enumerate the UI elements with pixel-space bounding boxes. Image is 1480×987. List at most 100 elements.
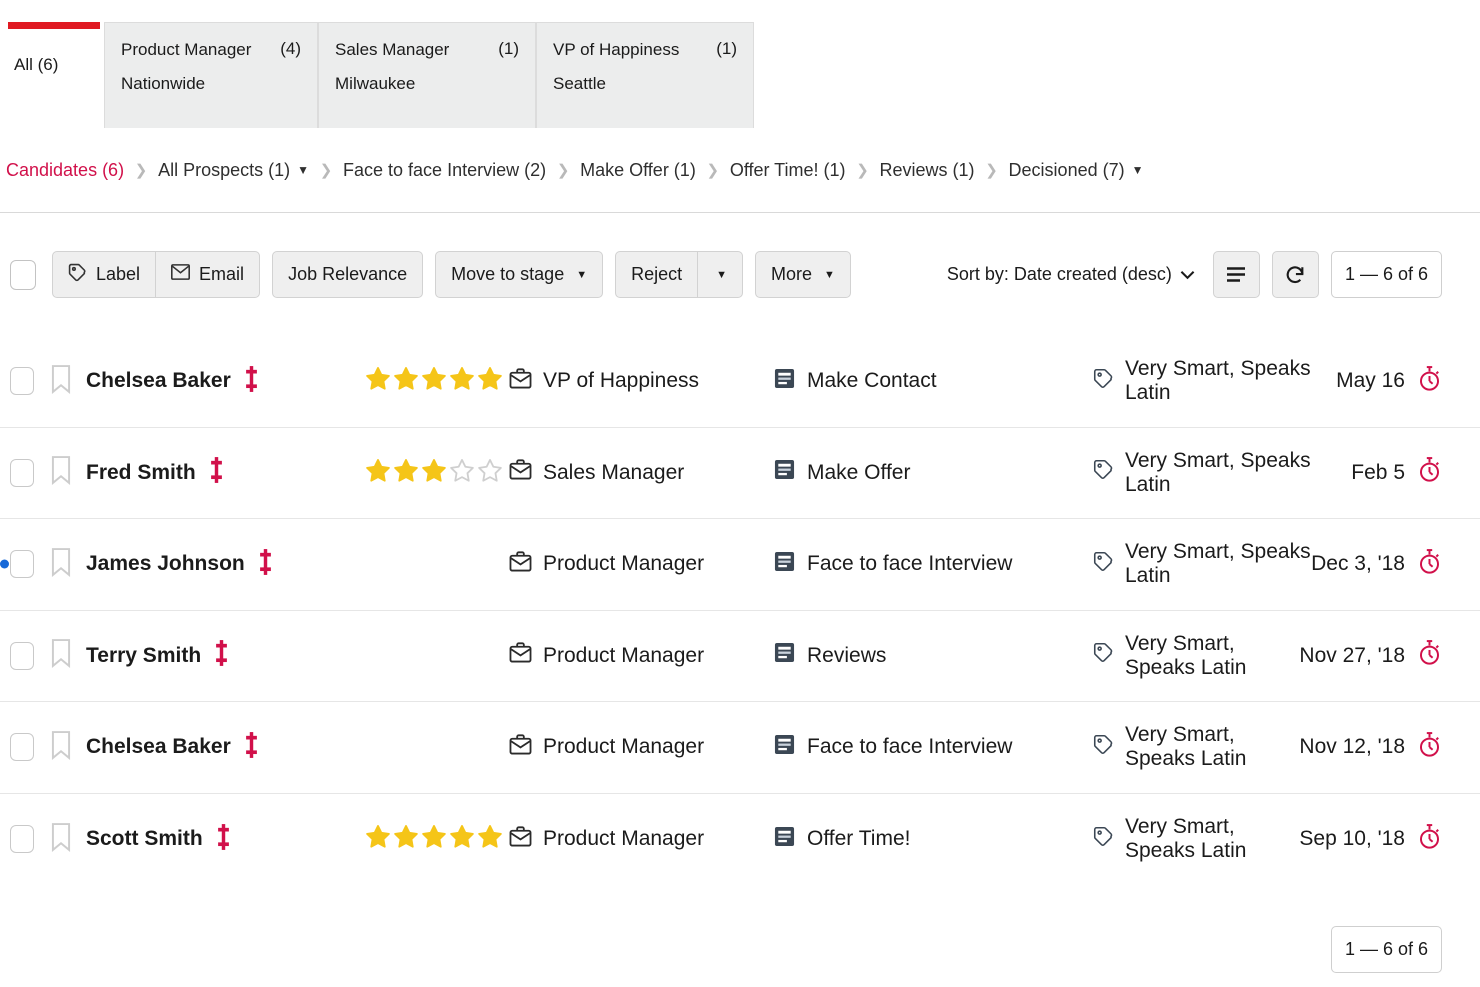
job-tab-1[interactable]: Product Manager(4)Nationwide — [104, 22, 318, 128]
candidate-name[interactable]: Terry Smith — [86, 644, 201, 668]
reject-dropdown-button[interactable]: ▼ — [697, 252, 742, 297]
candidate-job: VP of Happiness — [543, 369, 699, 393]
job-tab-3[interactable]: VP of Happiness(1)Seattle — [536, 22, 754, 128]
bookmark-icon[interactable] — [50, 730, 72, 765]
job-relevance-button[interactable]: Job Relevance — [272, 251, 423, 298]
candidate-name-cell: Chelsea Baker — [34, 364, 364, 399]
briefcase-icon — [509, 551, 532, 578]
candidate-row[interactable]: James JohnsonProduct ManagerFace to face… — [0, 519, 1480, 611]
stopwatch-icon[interactable] — [1417, 365, 1442, 398]
label-button[interactable]: Label — [53, 252, 155, 297]
candidate-job-cell: Sales Manager — [509, 459, 774, 486]
bookmark-icon[interactable] — [50, 822, 72, 857]
candidate-name[interactable]: Fred Smith — [86, 461, 196, 485]
rank-marker-icon[interactable] — [215, 639, 228, 672]
row-checkbox[interactable] — [10, 367, 34, 395]
candidate-rating — [364, 365, 509, 397]
breadcrumb-separator-icon: ❯ — [696, 161, 730, 179]
sort-by-dropdown[interactable]: Sort by: Date created (desc) — [947, 264, 1195, 285]
candidate-row[interactable]: Terry SmithProduct ManagerReviewsVery Sm… — [0, 611, 1480, 703]
star-filled-icon[interactable] — [448, 823, 476, 855]
pipeline-stage-1[interactable]: All Prospects (1) ▼ — [158, 160, 309, 181]
breadcrumb-separator-icon: ❯ — [546, 161, 580, 179]
pipeline-stage-2[interactable]: Face to face Interview (2) — [343, 160, 546, 181]
candidate-tags-cell: Very Smart, Speaks Latin — [1059, 723, 1299, 771]
candidate-row[interactable]: Fred SmithSales ManagerMake OfferVery Sm… — [0, 428, 1480, 520]
stopwatch-icon[interactable] — [1417, 731, 1442, 764]
star-filled-icon[interactable] — [392, 365, 420, 397]
move-to-stage-button[interactable]: Move to stage ▼ — [435, 251, 603, 298]
candidate-row[interactable]: Chelsea BakerVP of HappinessMake Contact… — [0, 336, 1480, 428]
pipeline-stage-6[interactable]: Decisioned (7)▼ — [1009, 160, 1144, 181]
star-empty-icon[interactable] — [448, 457, 476, 489]
candidate-stage: Reviews — [807, 644, 886, 668]
pipeline-stage-label: All Prospects (1) — [158, 160, 290, 181]
row-checkbox[interactable] — [10, 825, 34, 853]
briefcase-icon — [509, 459, 532, 486]
email-button[interactable]: Email — [155, 252, 259, 297]
rank-marker-icon[interactable] — [259, 548, 272, 581]
candidate-row[interactable]: Chelsea BakerProduct ManagerFace to face… — [0, 702, 1480, 794]
chevron-down-icon[interactable]: ▼ — [297, 163, 309, 177]
bookmark-icon[interactable] — [50, 455, 72, 490]
candidate-stage-cell: Reviews — [774, 642, 1059, 669]
pipeline-stage-0[interactable]: Candidates (6) — [6, 160, 124, 181]
star-filled-icon[interactable] — [364, 823, 392, 855]
stopwatch-icon[interactable] — [1417, 823, 1442, 856]
candidate-name[interactable]: James Johnson — [86, 552, 245, 576]
breadcrumb-separator-icon: ❯ — [975, 161, 1009, 179]
row-checkbox[interactable] — [10, 642, 34, 670]
bookmark-icon[interactable] — [50, 547, 72, 582]
chevron-down-icon[interactable]: ▼ — [1132, 163, 1144, 177]
more-button[interactable]: More ▼ — [755, 251, 851, 298]
candidate-name-cell: James Johnson — [34, 547, 364, 582]
row-checkbox[interactable] — [10, 550, 34, 578]
job-tab-0[interactable]: All (6) — [0, 22, 104, 128]
candidate-stage-cell: Face to face Interview — [774, 734, 1059, 761]
stopwatch-icon[interactable] — [1417, 456, 1442, 489]
stopwatch-icon[interactable] — [1417, 639, 1442, 672]
star-filled-icon[interactable] — [364, 365, 392, 397]
candidate-tags: Very Smart, Speaks Latin — [1125, 632, 1299, 680]
stopwatch-icon[interactable] — [1417, 548, 1442, 581]
job-tab-2[interactable]: Sales Manager(1)Milwaukee — [318, 22, 536, 128]
star-filled-icon[interactable] — [420, 365, 448, 397]
bottom-pagination-text: 1 — 6 of 6 — [1345, 939, 1428, 960]
candidate-name[interactable]: Scott Smith — [86, 827, 203, 851]
list-view-button[interactable] — [1213, 251, 1260, 298]
pipeline-stage-5[interactable]: Reviews (1) — [880, 160, 975, 181]
star-filled-icon[interactable] — [392, 457, 420, 489]
top-pagination[interactable]: 1 — 6 of 6 — [1331, 251, 1442, 298]
star-filled-icon[interactable] — [476, 823, 504, 855]
star-filled-icon[interactable] — [476, 365, 504, 397]
star-filled-icon[interactable] — [420, 457, 448, 489]
star-filled-icon[interactable] — [448, 365, 476, 397]
candidate-tags-cell: Very Smart, Speaks Latin — [1059, 540, 1311, 588]
pipeline-stage-4[interactable]: Offer Time! (1) — [730, 160, 846, 181]
star-filled-icon[interactable] — [392, 823, 420, 855]
star-filled-icon[interactable] — [420, 823, 448, 855]
star-filled-icon[interactable] — [364, 457, 392, 489]
row-checkbox[interactable] — [10, 733, 34, 761]
candidate-row[interactable]: Scott SmithProduct ManagerOffer Time!Ver… — [0, 794, 1480, 886]
rank-marker-icon[interactable] — [245, 365, 258, 398]
select-all-checkbox[interactable] — [10, 260, 36, 290]
rank-marker-icon[interactable] — [245, 731, 258, 764]
candidate-date-cell: May 16 — [1336, 365, 1442, 398]
candidate-rating — [364, 823, 509, 855]
refresh-button[interactable] — [1272, 251, 1319, 298]
bookmark-icon[interactable] — [50, 364, 72, 399]
rank-marker-icon[interactable] — [210, 456, 223, 489]
candidate-date-cell: Sep 10, '18 — [1299, 823, 1442, 856]
rank-marker-icon[interactable] — [217, 823, 230, 856]
row-checkbox[interactable] — [10, 459, 34, 487]
pipeline-stage-3[interactable]: Make Offer (1) — [580, 160, 696, 181]
label-button-text: Label — [96, 264, 140, 285]
bottom-pagination[interactable]: 1 — 6 of 6 — [1331, 926, 1442, 973]
star-empty-icon[interactable] — [476, 457, 504, 489]
reject-button[interactable]: Reject — [616, 252, 697, 297]
candidate-name[interactable]: Chelsea Baker — [86, 735, 231, 759]
candidate-name[interactable]: Chelsea Baker — [86, 369, 231, 393]
briefcase-icon — [509, 368, 532, 395]
bookmark-icon[interactable] — [50, 638, 72, 673]
